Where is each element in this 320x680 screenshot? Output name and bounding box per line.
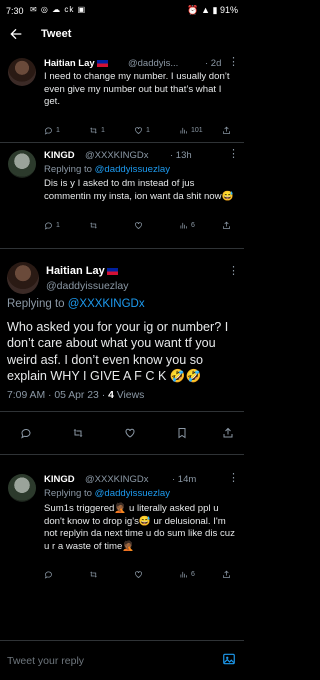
reply-to-link[interactable]: @daddyissuezlay [95, 488, 170, 499]
reply-icon [44, 127, 52, 135]
reply-icon [44, 571, 52, 579]
tweet-author-handle[interactable]: @XXXKINGDx [85, 150, 149, 161]
reply-icon [44, 222, 52, 230]
retweet-icon[interactable] [72, 427, 84, 439]
divider [0, 454, 244, 455]
reply-button[interactable]: 1 [44, 126, 60, 135]
haiti-flag-icon [106, 268, 118, 275]
tweet-author-handle[interactable]: @XXXKINGDx [85, 474, 149, 485]
views-icon [180, 127, 187, 134]
tweet-actions: 1 1 1 101 [44, 126, 239, 138]
views-button[interactable]: 6 [179, 570, 195, 579]
top-nav: Tweet [0, 22, 244, 48]
heart-icon [135, 222, 142, 229]
back-arrow-icon[interactable] [8, 26, 24, 42]
divider [0, 248, 244, 249]
like-button[interactable] [134, 221, 146, 230]
retweet-button[interactable] [89, 221, 101, 230]
tweet-author-name[interactable]: Haitian Lay [44, 58, 108, 69]
replying-to: Replying to @daddyissuezlay [44, 488, 171, 499]
tweet-actions: 6 [44, 570, 239, 582]
status-time: 7:30 [6, 6, 24, 16]
retweet-icon [90, 127, 97, 134]
share-icon[interactable] [222, 427, 234, 439]
heart-icon [135, 571, 142, 578]
views-icon [180, 222, 187, 229]
tweet-author-name[interactable]: KINGD [44, 150, 75, 161]
reply-to-link[interactable]: @XXXKINGDx [68, 298, 145, 310]
main-tweet-timestamp: 7:09 AM · 05 Apr 23 · [7, 390, 109, 401]
heart-icon[interactable] [124, 427, 136, 439]
reply-bar: Tweet your reply [0, 640, 244, 680]
divider [0, 411, 244, 412]
bookmark-icon[interactable] [176, 427, 188, 439]
retweet-icon [90, 571, 97, 578]
more-options-icon[interactable]: ⋮ [228, 264, 240, 277]
share-icon[interactable] [222, 126, 231, 135]
status-right-icons: ⏰ ▲ ▮ 91% [187, 5, 238, 15]
views-button[interactable]: 101 [179, 126, 203, 135]
share-icon[interactable] [222, 570, 231, 579]
avatar[interactable] [7, 262, 39, 294]
more-options-icon[interactable]: ⋮ [228, 147, 240, 160]
divider [0, 142, 244, 143]
tweet-text: Sum1s triggered🤦🏾 u literally asked ppl … [44, 503, 235, 552]
retweet-icon [90, 222, 97, 229]
avatar[interactable] [8, 474, 36, 502]
tweet-text: I need to change my number. I usually do… [44, 71, 230, 107]
share-icon[interactable] [222, 221, 231, 230]
retweet-button[interactable]: 1 [89, 126, 105, 135]
like-button[interactable] [134, 570, 146, 579]
status-bar: 7:30 ✉ ◎ ☁ ck ▣ ⏰ ▲ ▮ 91% [0, 0, 244, 22]
tweet-time: · 14m [172, 474, 197, 485]
views-icon [180, 571, 187, 578]
main-tweet-author-name[interactable]: Haitian Lay [46, 265, 118, 277]
views-label: Views [116, 390, 145, 401]
page-title: Tweet [41, 28, 72, 40]
reply-button[interactable]: 1 [44, 221, 60, 230]
tweet-text: Dis is y I asked to dm instead of jus co… [44, 178, 234, 202]
tweet-time: · 13h [170, 150, 192, 161]
views-button[interactable]: 6 [179, 221, 195, 230]
views-count[interactable]: 4 [108, 390, 114, 401]
image-icon[interactable] [222, 652, 236, 666]
reply-to-link[interactable]: @daddyissuezlay [95, 164, 170, 175]
tweet-author-handle[interactable]: @daddyis... [128, 58, 178, 69]
avatar[interactable] [8, 150, 36, 178]
reply-icon[interactable] [20, 427, 32, 439]
tweet-author-name[interactable]: KINGD [44, 474, 75, 485]
more-options-icon[interactable]: ⋮ [228, 55, 240, 68]
like-button[interactable]: 1 [134, 126, 150, 135]
tweet-actions: 1 6 [44, 221, 239, 233]
tweet-time: · 2d [205, 58, 222, 69]
replying-to: Replying to @daddyissuezlay [44, 164, 171, 175]
main-tweet-actions [0, 425, 244, 441]
more-options-icon[interactable]: ⋮ [228, 471, 240, 484]
haiti-flag-icon [96, 60, 108, 67]
heart-icon [135, 127, 142, 134]
reply-input[interactable]: Tweet your reply [7, 655, 84, 667]
avatar[interactable] [8, 58, 36, 86]
reply-button[interactable] [44, 570, 56, 579]
notification-icons: ✉ ◎ ☁ ck ▣ [30, 5, 87, 14]
main-tweet-meta: 7:09 AM · 05 Apr 23 · 4 Views [7, 390, 144, 401]
replying-to: Replying to @XXXKINGDx [7, 298, 145, 310]
main-tweet-author-handle[interactable]: @daddyissuezlay [46, 280, 128, 292]
retweet-button[interactable] [89, 570, 101, 579]
main-tweet-text: Who asked you for your ig or number? I d… [7, 320, 229, 383]
